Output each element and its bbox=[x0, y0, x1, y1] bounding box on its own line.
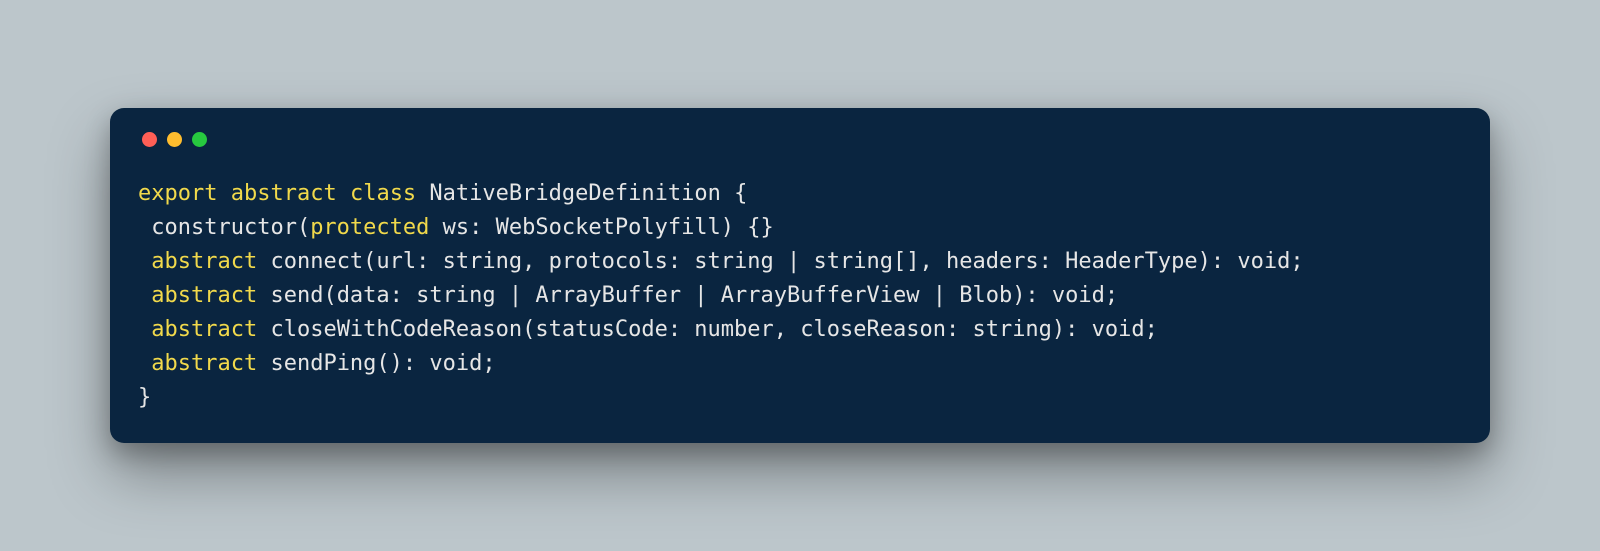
traffic-lights bbox=[138, 132, 1462, 147]
minimize-icon[interactable] bbox=[167, 132, 182, 147]
code-keyword: abstract bbox=[231, 181, 337, 206]
close-icon[interactable] bbox=[142, 132, 157, 147]
code-text: } bbox=[138, 385, 151, 410]
code-text: closeWithCodeReason(statusCode: number, … bbox=[257, 317, 1158, 342]
code-keyword: abstract bbox=[138, 351, 257, 376]
code-text: NativeBridgeDefinition { bbox=[416, 181, 747, 206]
code-text: connect(url: string, protocols: string |… bbox=[257, 249, 1303, 274]
code-text: ws: WebSocketPolyfill) {} bbox=[429, 215, 773, 240]
code-keyword: protected bbox=[310, 215, 429, 240]
code-keyword: abstract bbox=[138, 283, 257, 308]
code-text: send(data: string | ArrayBuffer | ArrayB… bbox=[257, 283, 1118, 308]
code-window: export abstract class NativeBridgeDefini… bbox=[110, 108, 1490, 444]
code-text: sendPing(): void; bbox=[257, 351, 495, 376]
code-keyword: abstract bbox=[138, 249, 257, 274]
maximize-icon[interactable] bbox=[192, 132, 207, 147]
code-keyword: class bbox=[350, 181, 416, 206]
code-text: constructor( bbox=[138, 215, 310, 240]
code-block: export abstract class NativeBridgeDefini… bbox=[138, 177, 1462, 416]
code-keyword: export bbox=[138, 181, 217, 206]
code-keyword: abstract bbox=[138, 317, 257, 342]
